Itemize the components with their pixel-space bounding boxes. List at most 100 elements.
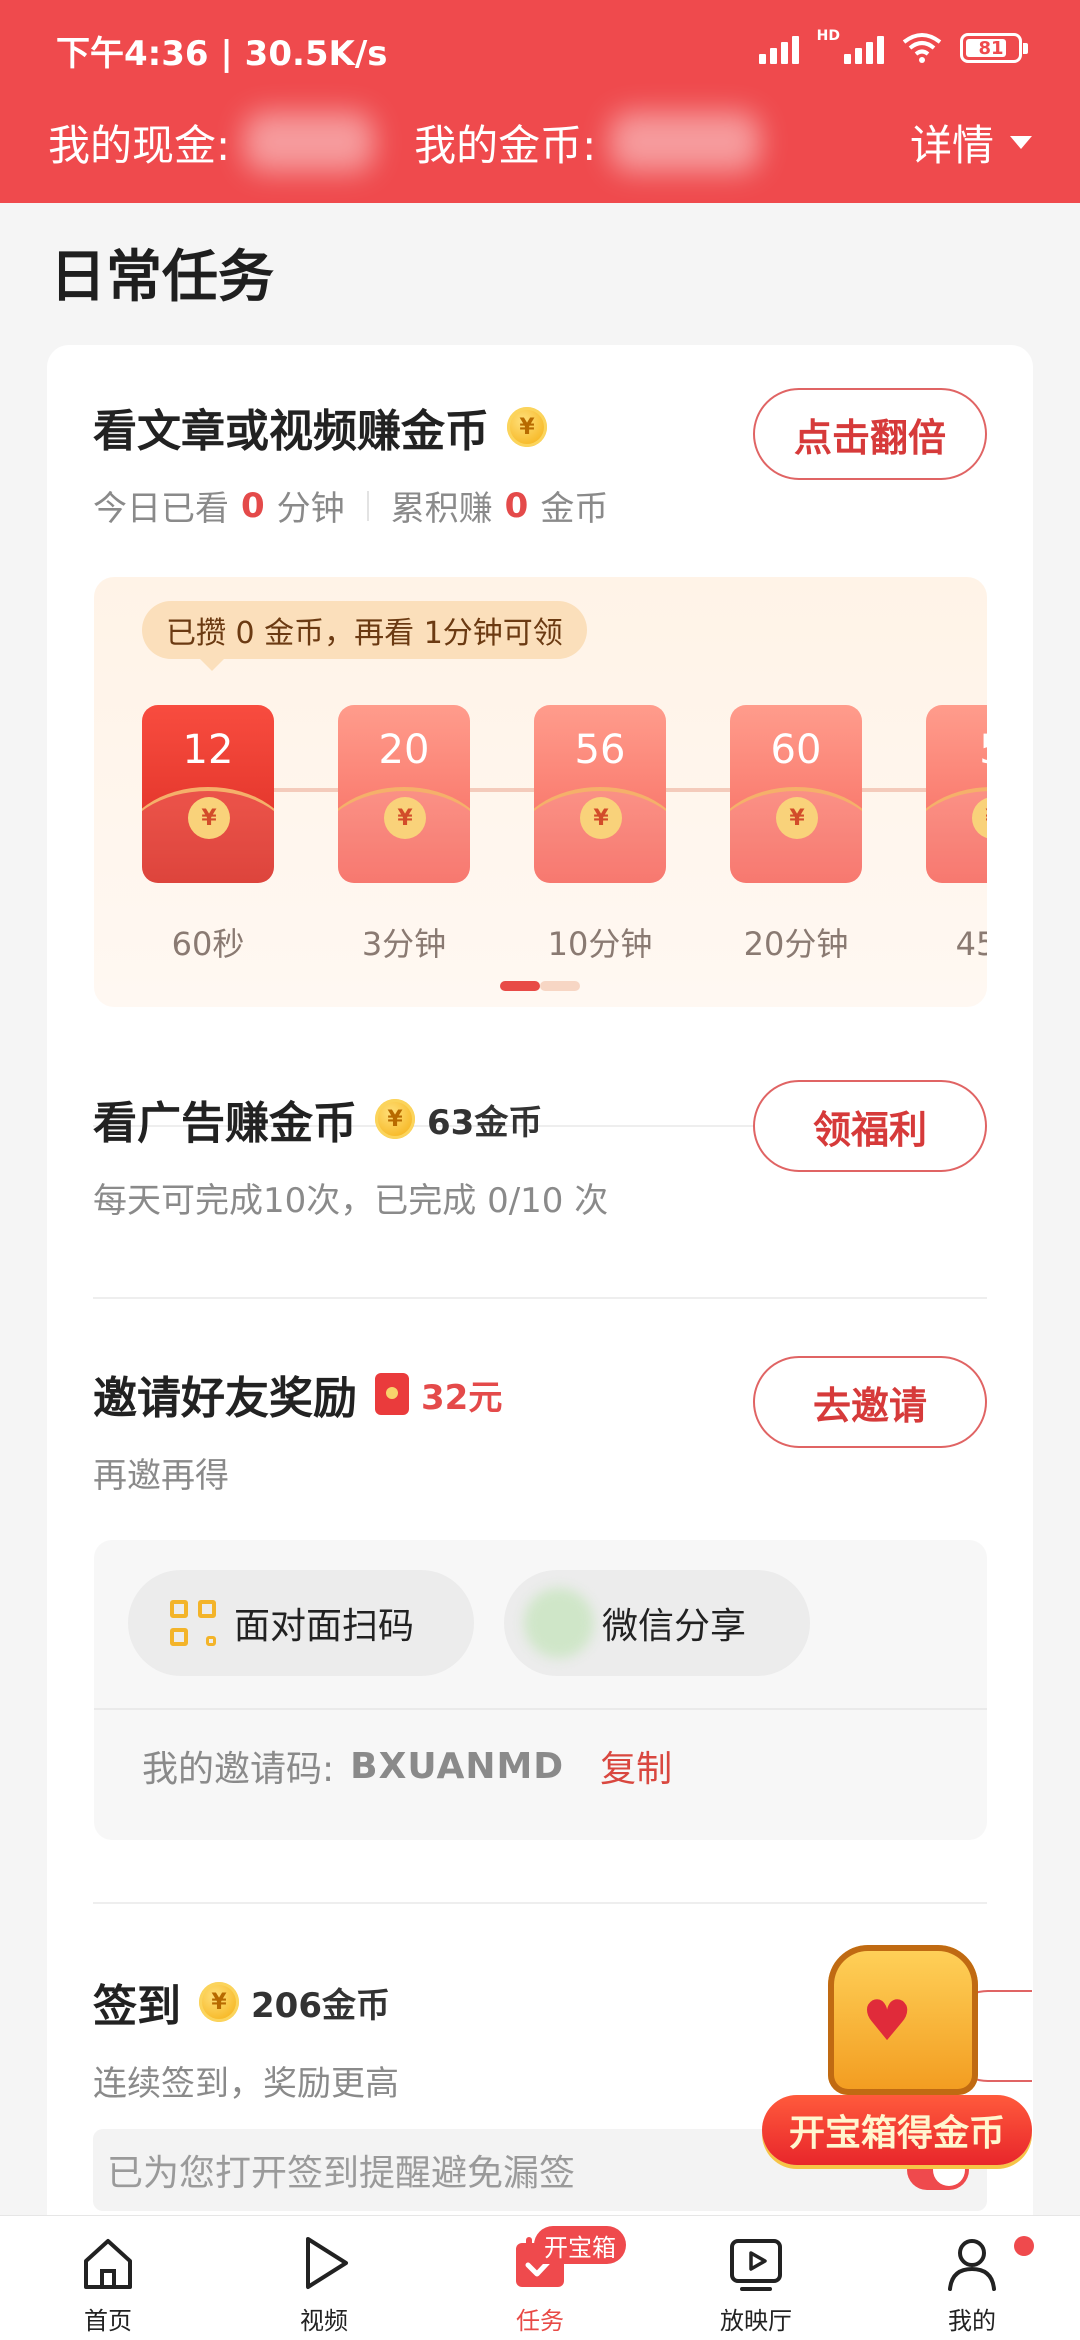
nav-theater[interactable]: 放映厅 [648,2216,864,2340]
today-value: 0 [241,485,265,526]
task-ads-desc: 每天可完成10次，已完成 0/10 次 [93,1181,609,1221]
red-envelope-icon: 5¥ [926,705,987,883]
today-unit: 分钟 [276,489,345,529]
notification-dot [1014,2236,1034,2256]
task-read-stats: 今日已看 0 分钟 累积赚 0 金币 [93,481,987,530]
red-packet-icon [375,1373,409,1415]
coin-icon: ¥ [199,1982,239,2022]
reward-amount: 5 [926,727,987,773]
scan-code-button[interactable]: 面对面扫码 [128,1570,474,1676]
reward-amount: 60 [770,727,822,773]
nav-home[interactable]: 首页 [0,2216,216,2340]
task-ads-title: 看广告赚金币 [93,1098,357,1149]
task-checkin-title: 签到 [93,1981,181,2032]
red-envelope-icon: 12 ¥ [142,705,274,883]
yuan-icon: ¥ [188,797,230,839]
reward-time: 60秒 [171,925,245,963]
cash-value-hidden [244,112,375,172]
scan-code-label: 面对面扫码 [234,1606,415,1647]
treasure-chest-button[interactable]: ♥ 开宝箱得金币 [758,1945,1038,2185]
reward-step: 56 ¥10分钟 [534,705,666,965]
reward-connector [470,788,534,792]
total-unit: 金币 [540,489,609,529]
theater-icon [730,2239,782,2291]
nav-label: 我的 [948,2307,996,2335]
invite-share-box: 面对面扫码 微信分享 我的邀请码: BXUANMD 复制 [94,1540,987,1840]
task-invite-desc: 再邀再得 [93,1456,229,1496]
double-button[interactable]: 点击翻倍 [753,388,987,480]
checkin-reminder-label: 已为您打开签到提醒避免漏签 [107,2153,576,2194]
nav-label: 视频 [300,2307,348,2335]
top-header: 下午4:36 | 30.5K/s HD 81 我的现金: 我的金币: 详情 [0,0,1080,203]
chest-badge: 开宝箱 [534,2226,626,2264]
status-time: 下午4:36 | 30.5K/s [56,34,388,74]
reward-step: 60 ¥20分钟 [730,705,862,965]
reward-time: 10分钟 [547,925,653,963]
task-invite-reward: 32元 [421,1377,503,1418]
home-icon [84,2239,132,2289]
total-prefix: 累积赚 [390,489,493,529]
task-ads-coins: 63金币 [427,1102,543,1143]
battery-icon: 81 [960,33,1028,63]
nav-task[interactable]: 任务 开宝箱 [432,2216,648,2340]
divider [93,1297,987,1299]
reward-step: 20 ¥3分钟 [338,705,470,965]
progress-tip: 已攒 0 金币，再看 1分钟可领 [142,601,587,671]
reward-connector [862,788,926,792]
wechat-share-label: 微信分享 [602,1606,747,1647]
reward-amount: 20 [378,727,430,773]
red-envelope-icon: 20 ¥ [338,705,470,883]
today-prefix: 今日已看 [93,489,229,529]
red-envelope-icon: 56 ¥ [534,705,666,883]
profile-icon [948,2239,996,2291]
total-value: 0 [504,485,529,526]
nav-video[interactable]: 视频 [216,2216,432,2340]
signal-icon [758,32,799,64]
task-read-title: 看文章或视频赚金币 [93,406,489,457]
bottom-nav: 首页 视频 任务 开宝箱 放映厅 我的 [0,2215,1080,2340]
task-read: 看文章或视频赚金币 ¥ 今日已看 0 分钟 累积赚 0 金币 点击翻倍 [93,388,987,545]
task-invite-title: 邀请好友奖励 [93,1373,357,1424]
coin-icon: ¥ [375,1099,415,1139]
wechat-icon [524,1588,594,1658]
yuan-icon: ¥ [580,797,622,839]
reward-time: 20分钟 [743,925,849,963]
reward-time: 45分 [955,925,987,963]
coins-value-hidden [610,112,761,172]
cash-label: 我的现金: [48,120,231,170]
reward-amount: 56 [574,727,626,773]
wechat-share-button[interactable]: 微信分享 [504,1570,810,1676]
reward-track: 12 ¥60秒 20 ¥3分钟 56 ¥10分钟 60 ¥20分钟 5¥ 45分 [142,705,987,965]
page-indicator [500,981,580,991]
reward-time: 3分钟 [361,925,447,963]
reward-connector [274,788,338,792]
nav-profile[interactable]: 我的 [864,2216,1080,2340]
yuan-icon: ¥ [384,797,426,839]
task-checkin-coins: 206金币 [251,1985,390,2026]
reward-progress-panel[interactable]: 已攒 0 金币，再看 1分钟可领 12 ¥60秒 20 ¥3分钟 56 ¥10分钟 60 ¥2… [94,577,987,1007]
chest-label: 开宝箱得金币 [762,2095,1032,2165]
treasure-chest-icon: ♥ [828,1945,978,2095]
page-title: 日常任务 [50,245,274,310]
invite-code-row: 我的邀请码: BXUANMD 复制 [142,1740,672,1792]
status-icons: HD 81 [758,28,1028,68]
nav-label: 放映厅 [720,2307,792,2335]
invite-code: BXUANMD [350,1745,565,1787]
signal-hd-icon [844,32,884,64]
reward-step: 12 ¥60秒 [142,705,274,965]
red-envelope-icon: 60 ¥ [730,705,862,883]
nav-label: 任务 [516,2307,564,2335]
details-button[interactable]: 详情 [910,112,1032,173]
battery-level: 81 [978,37,1004,59]
claim-benefit-button[interactable]: 领福利 [753,1080,987,1172]
play-icon [306,2237,348,2289]
invite-code-label: 我的邀请码: [142,1749,335,1790]
reward-amount: 12 [182,727,234,773]
invite-button[interactable]: 去邀请 [753,1356,987,1448]
divider [94,1708,987,1710]
qr-code-icon [170,1600,216,1646]
wallet-row: 我的现金: 我的金币: 详情 [48,112,1032,172]
caret-down-icon [1010,135,1032,149]
copy-button[interactable]: 复制 [600,1740,672,1792]
yuan-icon: ¥ [776,797,818,839]
